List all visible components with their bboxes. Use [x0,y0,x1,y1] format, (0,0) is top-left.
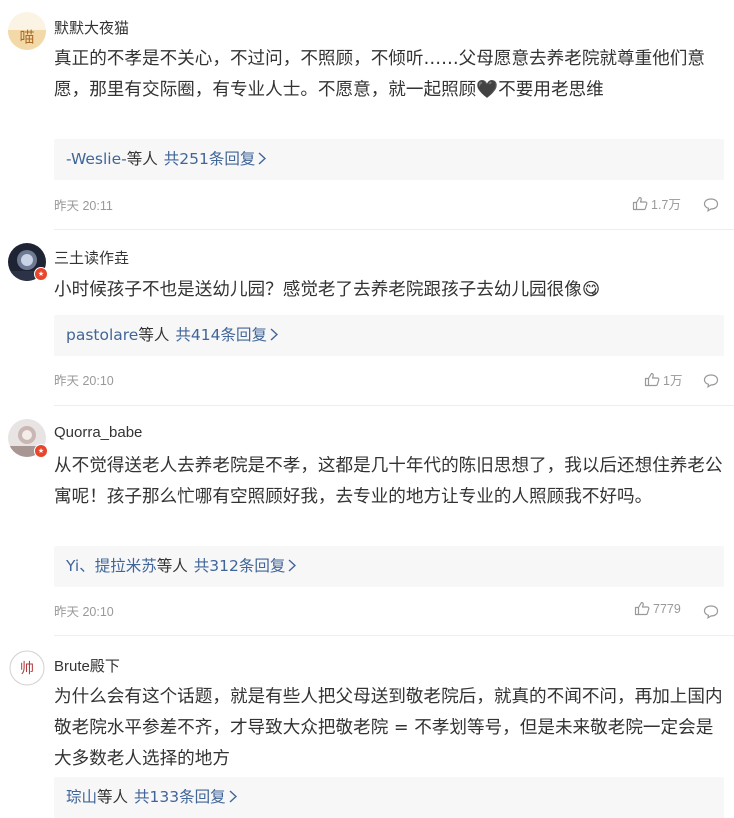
reply-connector: 等人 [126,150,158,168]
verified-badge-icon: ★ [34,267,48,281]
chevron-right-icon [288,558,297,572]
timestamp: 昨天 20:11 [54,199,113,213]
avatar[interactable]: 喵 [8,12,46,50]
reply-connector: 等人 [156,557,188,575]
reply-users[interactable]: -Weslie- [66,150,127,168]
reply-summary[interactable]: 琮山等人 共133条回复 [54,777,724,818]
reply-count-link[interactable]: 共414条回复 [175,326,267,344]
comment-text: 小时候孩子不也是送幼儿园？感觉老了去养老院跟孩子去幼儿园很像😋 [54,280,601,300]
like-button[interactable]: 7779 [634,601,681,616]
chevron-right-icon [270,327,278,341]
reply-summary[interactable]: -Weslie-等人 共251条回复 [54,139,724,180]
reply-connector: 等人 [138,326,170,344]
thumbs-up-icon [634,602,650,616]
avatar[interactable]: 帅 [8,649,46,687]
divider [54,635,734,636]
timestamp: 昨天 20:10 [54,605,114,619]
chevron-right-icon [258,151,267,165]
like-button[interactable]: 1万 [644,370,682,389]
reply-connector: 等人 [97,788,129,806]
thumbs-up-icon [632,196,648,211]
reply-count-link[interactable]: 共312条回复 [194,557,286,575]
like-count: 1.7万 [651,198,681,212]
like-button[interactable]: 1.7万 [632,194,681,213]
comment-icon[interactable] [703,601,719,620]
username[interactable]: 默默大夜猫 [54,17,129,38]
comment-text: 从不觉得送老人去养老院是不孝，这都是几十年代的陈旧思想了，我以后还想住养老公寓呢… [54,456,723,507]
comment-text: 为什么会有这个话题，就是有些人把父母送到敬老院后，就真的不闻不问，再加上国内敬老… [54,687,723,769]
reply-summary[interactable]: Yi、提拉米苏等人 共312条回复 [54,546,724,587]
reply-users[interactable]: pastolare [66,326,138,344]
reply-count-link[interactable]: 共133条回复 [134,788,226,806]
chevron-right-icon [229,789,237,803]
like-count: 7779 [653,601,681,616]
reply-users[interactable]: 琮山 [66,788,97,806]
timestamp: 昨天 20:10 [54,374,114,388]
comment-text: 真正的不孝是不关心，不过问，不照顾，不倾听……父母愿意去养老院就尊重他们意愿，那… [54,49,705,100]
avatar-glyph: 帅 [20,661,34,677]
username[interactable]: 三土读作垚 [54,247,129,268]
reply-summary[interactable]: pastolare等人 共414条回复 [54,315,724,356]
like-count: 1万 [663,374,683,388]
reply-users[interactable]: Yi、提拉米苏 [66,557,157,575]
divider [54,229,734,230]
divider [54,405,734,406]
avatar-glyph: 喵 [19,28,34,46]
verified-badge-icon: ★ [34,444,48,458]
thumbs-up-icon [644,372,660,387]
reply-count-link[interactable]: 共251条回复 [164,150,256,168]
username[interactable]: Quorra_babe [54,424,142,441]
username[interactable]: Brute殿下 [54,655,120,676]
comment-icon[interactable] [703,370,719,389]
comment-icon[interactable] [703,194,719,213]
